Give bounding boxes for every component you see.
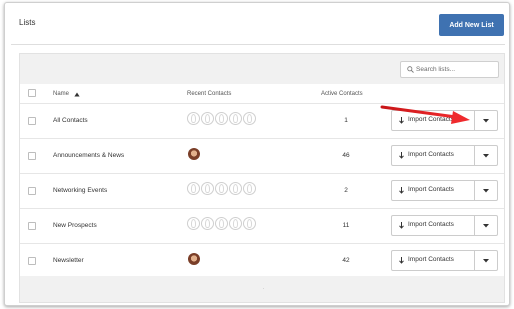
import-contacts-label: Import Contacts — [408, 151, 454, 158]
row-checkbox[interactable] — [28, 187, 36, 195]
import-dropdown-toggle[interactable] — [474, 111, 497, 130]
list-name[interactable]: Announcements & News — [53, 152, 124, 159]
search-input[interactable] — [416, 63, 496, 76]
lists-table-panel: Name Recent Contacts Active Contacts All… — [19, 53, 505, 303]
add-new-list-button[interactable]: Add New List — [439, 14, 504, 36]
active-contacts-count: 2 — [344, 187, 348, 194]
caret-down-icon — [483, 224, 489, 228]
row-checkbox[interactable] — [28, 222, 36, 230]
sort-ascending-icon[interactable] — [74, 92, 80, 97]
table-row: Newsletter 42 Import Contacts — [20, 243, 504, 278]
table-row: Networking Events 2 Import Contacts — [20, 173, 504, 208]
contact-photo-avatar — [188, 148, 200, 160]
import-contacts-group: Import Contacts — [391, 215, 498, 236]
download-arrow-icon — [399, 257, 404, 264]
import-contacts-group: Import Contacts — [391, 110, 498, 131]
import-contacts-label: Import Contacts — [408, 221, 454, 228]
avatar-placeholder-icon — [243, 217, 256, 230]
import-dropdown-toggle[interactable] — [474, 216, 497, 235]
row-checkbox[interactable] — [28, 152, 36, 160]
avatar-placeholder-icon — [201, 217, 214, 230]
import-contacts-label: Import Contacts — [408, 256, 454, 263]
list-name[interactable]: Networking Events — [53, 187, 107, 194]
table-footer — [20, 276, 504, 302]
import-contacts-button[interactable]: Import Contacts — [392, 146, 474, 165]
contact-photo-avatar — [188, 253, 200, 265]
import-contacts-group: Import Contacts — [391, 250, 498, 271]
search-icon — [407, 66, 414, 73]
avatar-placeholder-icon — [201, 112, 214, 125]
footer-divider — [263, 288, 264, 289]
select-all-checkbox[interactable] — [28, 89, 36, 97]
avatar-placeholder-icon — [243, 112, 256, 125]
active-contacts-count: 42 — [342, 257, 350, 264]
import-contacts-button[interactable]: Import Contacts — [392, 111, 474, 130]
avatar-placeholder-icon — [229, 182, 242, 195]
list-name[interactable]: All Contacts — [53, 117, 88, 124]
caret-down-icon — [483, 189, 489, 193]
list-name[interactable]: Newsletter — [53, 257, 84, 264]
table-toolbar — [20, 54, 504, 84]
caret-down-icon — [483, 119, 489, 123]
import-contacts-button[interactable]: Import Contacts — [392, 251, 474, 270]
list-name[interactable]: New Prospects — [53, 222, 97, 229]
import-dropdown-toggle[interactable] — [474, 181, 497, 200]
download-arrow-icon — [399, 117, 404, 124]
active-contacts-count: 1 — [344, 117, 348, 124]
caret-down-icon — [483, 259, 489, 263]
avatar-placeholder-icon — [229, 217, 242, 230]
import-contacts-button[interactable]: Import Contacts — [392, 216, 474, 235]
import-dropdown-toggle[interactable] — [474, 146, 497, 165]
avatar-placeholder-icon — [201, 182, 214, 195]
import-contacts-label: Import Contacts — [408, 186, 454, 193]
table-row: Announcements & News 46 Import Contacts — [20, 138, 504, 173]
import-contacts-group: Import Contacts — [391, 145, 498, 166]
import-contacts-label: Import Contacts — [408, 116, 454, 123]
avatar-placeholder-icon — [187, 182, 200, 195]
avatar-placeholder-icon — [215, 217, 228, 230]
header-divider — [11, 44, 505, 45]
import-contacts-group: Import Contacts — [391, 180, 498, 201]
avatar-placeholder-icon — [215, 182, 228, 195]
page-title: Lists — [19, 18, 36, 27]
active-contacts-count: 11 — [342, 222, 350, 229]
column-header-recent-contacts: Recent Contacts — [187, 91, 232, 97]
row-checkbox[interactable] — [28, 257, 36, 265]
row-checkbox[interactable] — [28, 117, 36, 125]
import-dropdown-toggle[interactable] — [474, 251, 497, 270]
avatar-placeholder-icon — [215, 112, 228, 125]
import-contacts-button[interactable]: Import Contacts — [392, 181, 474, 200]
search-box[interactable] — [400, 61, 499, 78]
avatar-placeholder-icon — [187, 217, 200, 230]
avatar-placeholder-icon — [187, 112, 200, 125]
active-contacts-count: 46 — [342, 152, 350, 159]
column-header-active-contacts: Active Contacts — [321, 91, 363, 97]
avatar-placeholder-icon — [243, 182, 256, 195]
avatar-placeholder-icon — [229, 112, 242, 125]
table-row: All Contacts 1 Import Contacts — [20, 103, 504, 138]
download-arrow-icon — [399, 222, 404, 229]
download-arrow-icon — [399, 187, 404, 194]
column-header-name[interactable]: Name — [53, 91, 69, 97]
caret-down-icon — [483, 154, 489, 158]
lists-window: Lists Add New List Name Recent Contacts … — [4, 2, 510, 306]
download-arrow-icon — [399, 152, 404, 159]
table-row: New Prospects 11 Import Contacts — [20, 208, 504, 243]
